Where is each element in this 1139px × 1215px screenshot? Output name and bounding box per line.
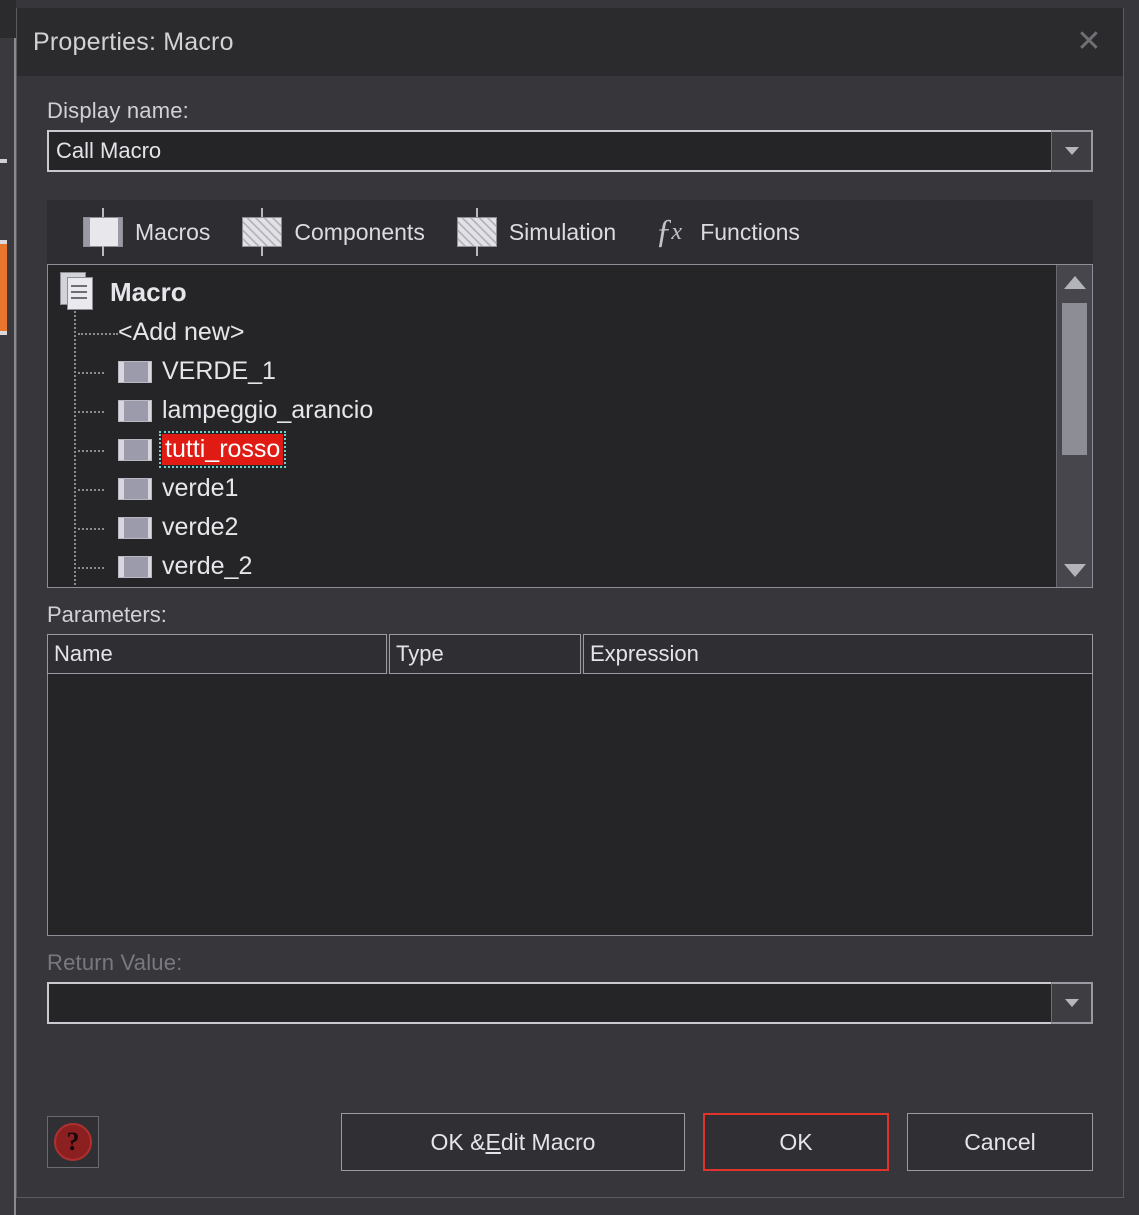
list-item-label: <Add new> [118, 318, 245, 346]
macro-tree[interactable]: Macro <Add new> VERDE_1 lampeggio_aranci… [47, 264, 1093, 588]
display-name-combobox[interactable]: Call Macro [47, 130, 1093, 172]
column-header-expression[interactable]: Expression [583, 634, 1093, 674]
scrollbar-thumb[interactable] [1062, 303, 1087, 455]
macro-node-icon [118, 438, 152, 461]
tree-item-tutti-rosso[interactable]: tutti_rosso [56, 430, 1056, 469]
return-value-label: Return Value: [47, 950, 183, 975]
dashed-line-icon [60, 313, 118, 352]
ok-button[interactable]: OK [703, 1113, 889, 1171]
background-tick-c [0, 331, 7, 335]
component-hatched-icon [455, 208, 499, 256]
display-name-label: Display name: [47, 98, 189, 123]
tree-item-lampeggio-arancio[interactable]: lampeggio_arancio [56, 391, 1056, 430]
column-header-name[interactable]: Name [47, 634, 387, 674]
parameters-table-body[interactable] [47, 674, 1093, 936]
fx-icon: ƒx [655, 213, 682, 250]
scroll-up-arrow-icon[interactable] [1057, 265, 1092, 299]
tree-branch [60, 352, 118, 391]
parameters-table: Name Type Expression [47, 634, 1093, 936]
parameters-header-row: Name Type Expression [47, 634, 1093, 674]
macro-node-icon [118, 516, 152, 539]
return-value-combobox[interactable] [47, 982, 1093, 1024]
macro-node-icon [118, 477, 152, 500]
macro-node-icon [118, 399, 152, 422]
list-item-label: verde1 [162, 474, 239, 502]
tree-item-verde2[interactable]: verde2 [56, 508, 1056, 547]
dialog-title: Properties: Macro [33, 27, 234, 56]
macro-node-icon [118, 360, 152, 383]
list-item-label-selected: tutti_rosso [158, 431, 287, 468]
component-hatched-icon [240, 208, 284, 256]
tree-branch [60, 391, 118, 430]
scroll-down-arrow-icon[interactable] [1057, 553, 1092, 587]
tree-item-verde1[interactable]: verde1 [56, 469, 1056, 508]
chevron-down-icon [1064, 999, 1079, 1007]
component-symbol-icon [81, 208, 125, 256]
close-icon[interactable]: ✕ [1067, 20, 1111, 64]
tree-item-add-new[interactable]: <Add new> [56, 313, 1056, 352]
tab-functions[interactable]: ƒx Functions [646, 208, 800, 256]
tab-components[interactable]: Components [240, 208, 425, 256]
help-button[interactable]: ? [47, 1116, 99, 1168]
chevron-down-icon [1064, 147, 1079, 155]
tree-branch [60, 430, 118, 469]
tab-macros[interactable]: Macros [81, 208, 210, 256]
background-app-titlebar [0, 0, 16, 38]
background-tick-a [0, 159, 7, 163]
display-name-dropdown-button[interactable] [1051, 130, 1093, 172]
cancel-button[interactable]: Cancel [907, 1113, 1093, 1171]
column-header-type[interactable]: Type [389, 634, 581, 674]
dialog-footer: ? OK & Edit Macro OK Cancel [17, 1087, 1123, 1197]
tree-root-macro[interactable]: Macro [56, 271, 1056, 313]
macro-node-icon [118, 555, 152, 578]
tree-branch [60, 547, 118, 586]
ok-edit-macro-suffix: dit Macro [500, 1128, 596, 1155]
dialog-button-row: OK & Edit Macro OK Cancel [341, 1113, 1093, 1171]
documents-icon [60, 272, 98, 312]
properties-macro-dialog: Properties: Macro ✕ Display name: Call M… [16, 8, 1124, 1198]
macro-tree-content: Macro <Add new> VERDE_1 lampeggio_aranci… [48, 265, 1056, 587]
source-tabstrip: Macros Components Simulation ƒx Function… [47, 200, 1093, 264]
dialog-titlebar[interactable]: Properties: Macro ✕ [17, 8, 1123, 76]
background-accent-marker [0, 243, 7, 331]
ok-edit-macro-accel: E [485, 1128, 501, 1155]
tree-branch [60, 469, 118, 508]
ok-edit-macro-prefix: OK & [430, 1128, 486, 1155]
tree-vertical-scrollbar[interactable] [1056, 265, 1092, 587]
tree-item-verde-2[interactable]: verde_2 [56, 547, 1056, 586]
return-value-input[interactable] [47, 982, 1051, 1024]
display-name-input[interactable]: Call Macro [47, 130, 1051, 172]
tab-components-label: Components [294, 218, 425, 245]
ok-edit-macro-button[interactable]: OK & Edit Macro [341, 1113, 685, 1171]
tree-item-verde-1[interactable]: VERDE_1 [56, 352, 1056, 391]
tab-simulation[interactable]: Simulation [455, 208, 616, 256]
background-tick-b [0, 240, 7, 244]
tree-branch [60, 586, 118, 587]
list-item-label: verde_2 [162, 552, 253, 580]
background-app-strip [0, 0, 16, 1215]
list-item-label: verde2 [162, 513, 239, 541]
tree-root-label: Macro [110, 276, 187, 307]
help-question-icon: ? [54, 1123, 92, 1161]
tree-branch [60, 508, 118, 547]
return-value-dropdown-button[interactable] [1051, 982, 1093, 1024]
dialog-body: Display name: Call Macro Macros Componen… [17, 76, 1123, 1024]
parameters-label: Parameters: [47, 602, 167, 627]
list-item-label: VERDE_1 [162, 357, 276, 385]
tree-item-partial[interactable] [56, 586, 1056, 587]
tab-macros-label: Macros [135, 218, 211, 245]
tab-functions-label: Functions [700, 218, 800, 245]
tab-simulation-label: Simulation [508, 218, 617, 245]
list-item-label: lampeggio_arancio [162, 396, 374, 424]
